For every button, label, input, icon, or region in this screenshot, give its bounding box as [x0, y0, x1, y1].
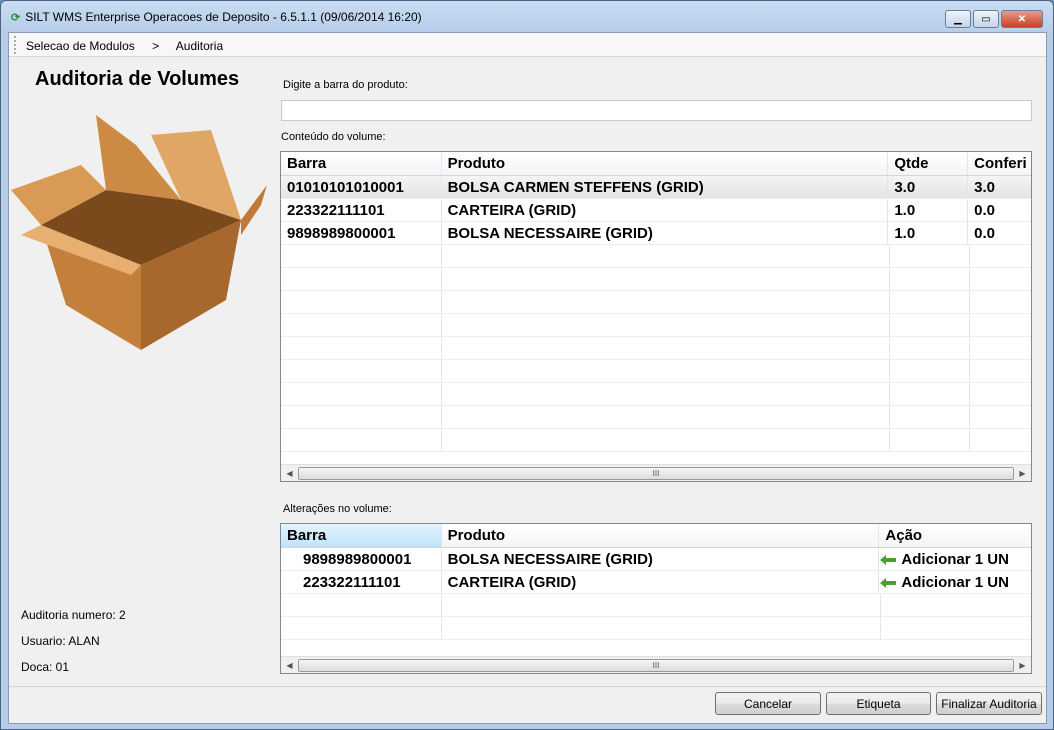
maximize-button[interactable]: ▭	[973, 10, 999, 28]
cell-barra: 9898989800001	[281, 222, 442, 244]
empty-row	[281, 406, 1031, 429]
table-row[interactable]: 223322111101 CARTEIRA (GRID) 1.0 0.0	[281, 199, 1031, 222]
cell-qtde: 3.0	[888, 176, 969, 198]
green-arrow-left-icon	[880, 555, 897, 566]
barcode-label: Digite a barra do produto:	[283, 79, 408, 91]
column-header-barra[interactable]: Barra	[281, 152, 442, 175]
minimize-button[interactable]: ▁	[945, 10, 971, 28]
window-title: SILT WMS Enterprise Operacoes de Deposit…	[25, 10, 422, 24]
empty-row	[281, 245, 1031, 268]
table-row[interactable]: 9898989800001 BOLSA NECESSAIRE (GRID) Ad…	[281, 548, 1031, 571]
empty-row	[281, 268, 1031, 291]
table-row[interactable]: 223322111101 CARTEIRA (GRID) Adicionar 1…	[281, 571, 1031, 594]
empty-row	[281, 337, 1031, 360]
green-arrow-left-icon	[880, 578, 897, 589]
horizontal-scrollbar[interactable]: ◀ III ▶	[281, 464, 1031, 481]
scroll-left-icon[interactable]: ◀	[281, 469, 298, 478]
breadcrumb-auditoria[interactable]: Auditoria	[176, 39, 223, 53]
client-area: Selecao de Modulos > Auditoria Auditoria…	[8, 32, 1047, 724]
cell-barra: 01010101010001	[281, 176, 442, 198]
column-header-qtde[interactable]: Qtde	[888, 152, 969, 175]
cell-barra: 223322111101	[281, 571, 442, 593]
cell-produto: CARTEIRA (GRID)	[442, 571, 880, 593]
open-box-icon	[11, 115, 267, 350]
empty-row	[281, 429, 1031, 452]
breadcrumb-modules[interactable]: Selecao de Modulos	[26, 39, 135, 53]
close-button[interactable]: ✕	[1001, 10, 1043, 28]
column-header-acao[interactable]: Ação	[879, 524, 1031, 547]
dock-info: Doca: 01	[21, 660, 70, 674]
cell-qtde: 1.0	[888, 199, 969, 221]
cell-barra: 223322111101	[281, 199, 442, 221]
changes-grid[interactable]: Barra Produto Ação 9898989800001 BOLSA N…	[280, 523, 1032, 674]
empty-row	[281, 360, 1031, 383]
cell-produto: BOLSA NECESSAIRE (GRID)	[442, 548, 880, 570]
table-row[interactable]: 01010101010001 BOLSA CARMEN STEFFENS (GR…	[281, 176, 1031, 199]
changes-header: Barra Produto Ação	[281, 524, 1031, 548]
scroll-right-icon[interactable]: ▶	[1014, 661, 1031, 670]
label-button[interactable]: Etiqueta	[826, 692, 931, 715]
page-title: Auditoria de Volumes	[35, 68, 240, 90]
cell-conferido: 3.0	[974, 179, 996, 196]
horizontal-scrollbar[interactable]: ◀ III ▶	[281, 656, 1031, 673]
scroll-left-icon[interactable]: ◀	[281, 661, 298, 670]
cancel-button[interactable]: Cancelar	[715, 692, 821, 715]
empty-row	[281, 617, 1031, 640]
table-row[interactable]: 9898989800001 BOLSA NECESSAIRE (GRID) 1.…	[281, 222, 1031, 245]
user-info: Usuario: ALAN	[21, 634, 100, 648]
divider	[9, 686, 1046, 687]
cell-barra: 9898989800001	[281, 548, 442, 570]
cell-conferido: 0.0	[974, 225, 996, 242]
empty-row	[281, 314, 1031, 337]
cell-conferido: 0.0	[974, 202, 996, 219]
cell-produto: BOLSA NECESSAIRE (GRID)	[442, 222, 889, 244]
cell-acao: Adicionar 1 UN	[901, 551, 1009, 568]
contents-header: Barra Produto Qtde Conferi	[281, 152, 1031, 176]
scroll-thumb[interactable]: III	[298, 658, 1014, 672]
barcode-input[interactable]	[281, 100, 1032, 121]
scroll-thumb[interactable]: III	[298, 466, 1014, 480]
app-window: ⟳ SILT WMS Enterprise Operacoes de Depos…	[0, 0, 1054, 730]
column-header-produto[interactable]: Produto	[442, 524, 880, 547]
app-logo-icon: ⟳	[11, 11, 21, 24]
empty-row	[281, 383, 1031, 406]
column-header-barra[interactable]: Barra	[281, 524, 442, 547]
cell-acao: Adicionar 1 UN	[901, 574, 1009, 591]
audit-number: Auditoria numero: 2	[21, 608, 126, 622]
title-bar: ⟳ SILT WMS Enterprise Operacoes de Depos…	[11, 10, 422, 24]
toolbar-grip	[14, 36, 16, 54]
cell-qtde: 1.0	[888, 222, 969, 244]
empty-row	[281, 594, 1031, 617]
contents-grid[interactable]: Barra Produto Qtde Conferi 0101010101000…	[280, 151, 1032, 482]
scroll-right-icon[interactable]: ▶	[1014, 469, 1031, 478]
column-header-produto[interactable]: Produto	[442, 152, 889, 175]
breadcrumb: Selecao de Modulos > Auditoria	[9, 33, 1046, 57]
contents-label: Conteúdo do volume:	[281, 131, 386, 143]
cell-produto: BOLSA CARMEN STEFFENS (GRID)	[442, 176, 889, 198]
empty-row	[281, 291, 1031, 314]
breadcrumb-separator: >	[152, 39, 160, 53]
cell-produto: CARTEIRA (GRID)	[442, 199, 889, 221]
changes-label: Alterações no volume:	[283, 503, 392, 515]
finish-audit-button[interactable]: Finalizar Auditoria	[936, 692, 1042, 715]
column-header-conferido[interactable]: Conferi	[968, 152, 1031, 175]
